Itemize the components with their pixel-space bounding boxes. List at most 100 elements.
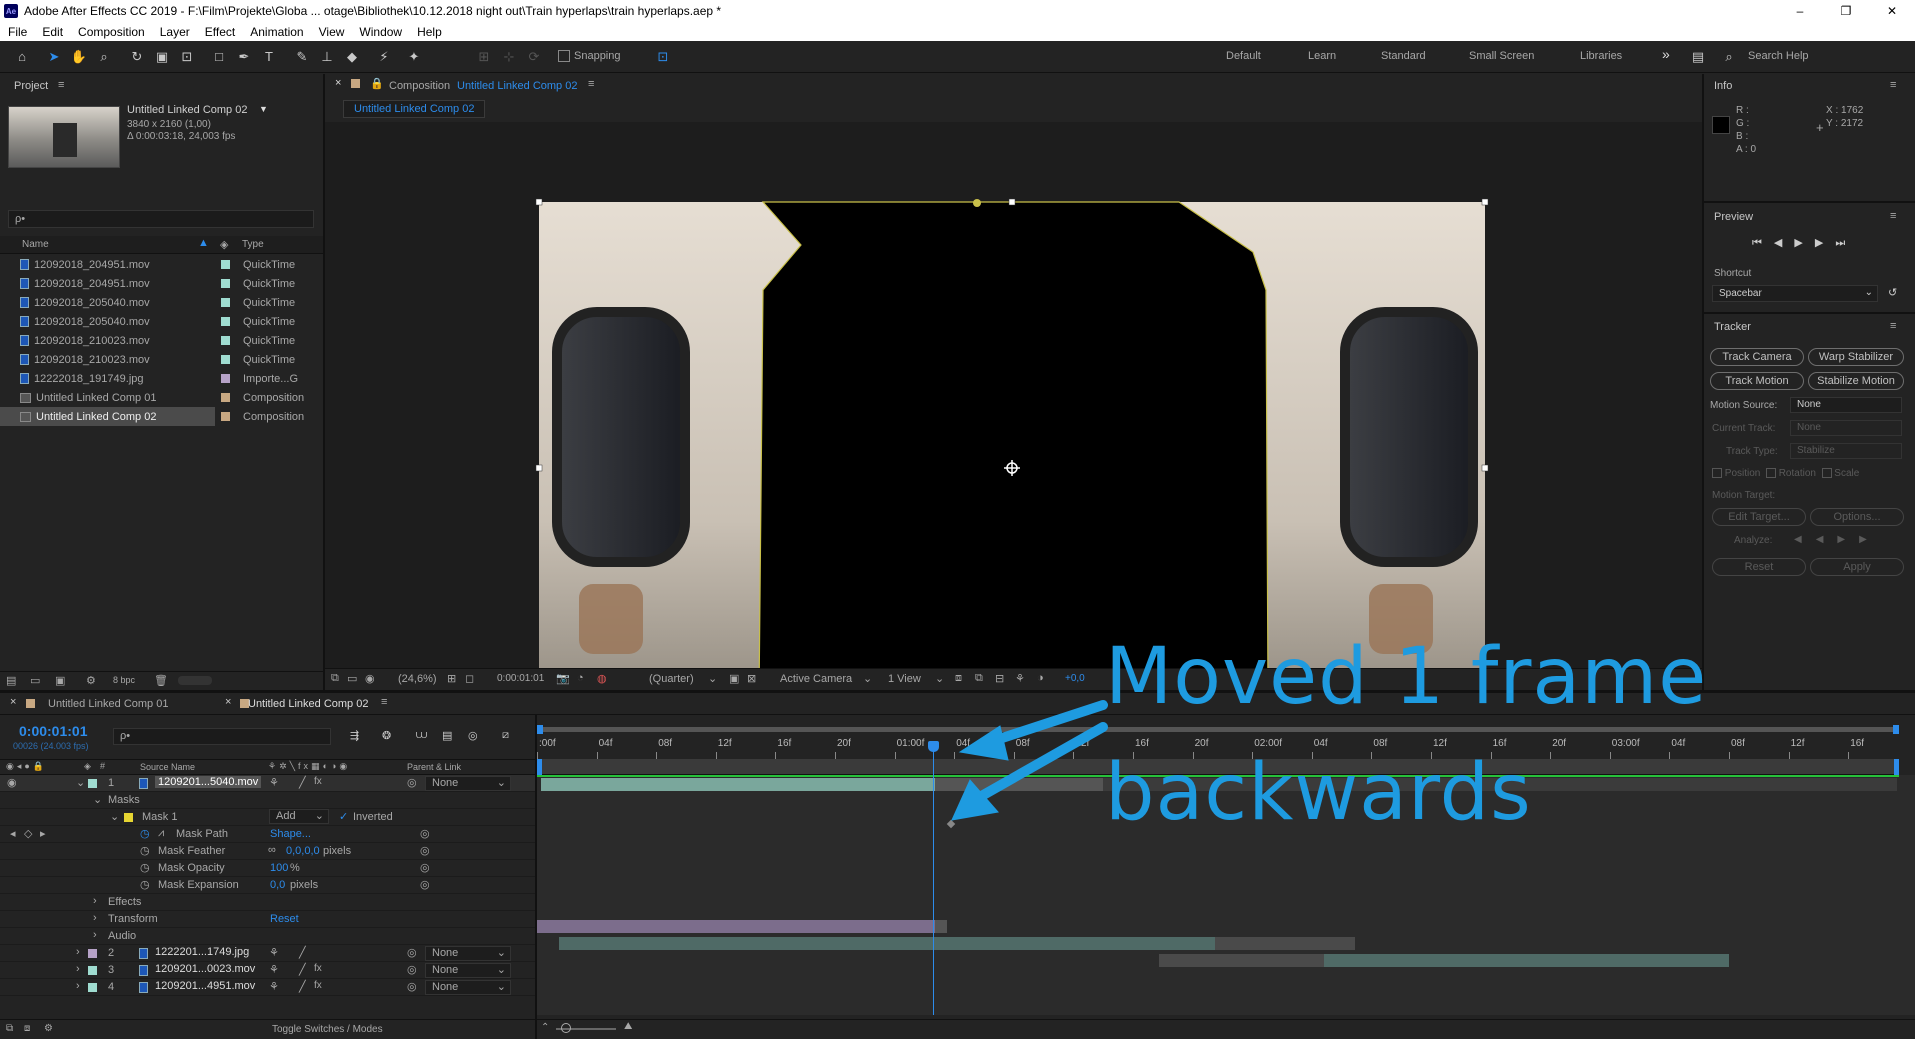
quality-switch-icon[interactable]: ╱ xyxy=(299,963,306,976)
resolution-dropdown[interactable]: (Quarter) xyxy=(649,673,694,685)
layer-name[interactable]: 1209201...5040.mov xyxy=(155,776,262,788)
minimize-button[interactable]: – xyxy=(1777,0,1823,22)
panel-menu-icon[interactable]: ≡ xyxy=(1890,79,1896,91)
pickwhip-icon[interactable]: ◎ xyxy=(420,844,430,857)
pickwhip-icon[interactable]: ◎ xyxy=(420,878,430,891)
zoom-tool-icon[interactable]: ⌕ xyxy=(95,49,113,65)
video-eye-icon[interactable]: ◉ xyxy=(7,776,17,789)
shy-switch-icon[interactable]: ⚘ xyxy=(269,946,279,959)
workspace-default[interactable]: Default xyxy=(1226,50,1261,62)
comp-mini-flowchart-icon[interactable]: ⇶ xyxy=(350,729,359,742)
local-axis-icon[interactable]: ⊞ xyxy=(475,49,493,65)
chevron-right-icon[interactable]: › xyxy=(93,912,97,924)
trash-icon[interactable]: 🗑 xyxy=(154,674,168,687)
thumbnail-slider[interactable] xyxy=(178,676,212,685)
timeline-search-input[interactable]: ρ• xyxy=(113,728,331,745)
camera-tool-icon[interactable]: ▣ xyxy=(153,49,171,65)
transform-group[interactable]: Transform xyxy=(108,913,158,925)
home-icon[interactable]: ⌂ xyxy=(13,49,31,65)
clone-stamp-tool-icon[interactable]: ⊥ xyxy=(318,49,336,65)
project-panel-title[interactable]: Project xyxy=(14,80,48,92)
layer-name[interactable]: 1209201...4951.mov xyxy=(155,980,255,992)
layer-switches-toggle-icon[interactable]: ⧉ xyxy=(6,1023,13,1034)
world-axis-icon[interactable]: ⊹ xyxy=(500,49,518,65)
bpc-label[interactable]: 8 bpc xyxy=(113,675,135,685)
type-tool-icon[interactable]: T xyxy=(260,49,278,65)
project-item[interactable]: Untitled Linked Comp 01 Composition xyxy=(0,388,323,407)
interpret-footage-icon[interactable]: ▤ xyxy=(6,674,16,687)
mask-1-row[interactable]: ⌄ Mask 1 Add ⌄ ✓ Inverted xyxy=(0,809,536,826)
project-item[interactable]: 12092018_204951.mov QuickTime xyxy=(0,255,323,274)
stopwatch-icon[interactable]: ◷ xyxy=(140,878,150,891)
menu-window[interactable]: Window xyxy=(359,25,402,39)
pen-tool-icon[interactable]: ✒ xyxy=(235,49,253,65)
playhead[interactable] xyxy=(933,741,934,1015)
view-axis-icon[interactable]: ⟳ xyxy=(525,49,543,65)
menu-file[interactable]: File xyxy=(8,25,27,39)
label-color[interactable] xyxy=(221,317,230,326)
mask-path-keyframe[interactable] xyxy=(946,819,956,829)
pickwhip-icon[interactable]: ◎ xyxy=(407,776,417,789)
layer-3-bar[interactable] xyxy=(559,937,1215,950)
layer-label-color[interactable] xyxy=(88,966,97,975)
label-color[interactable] xyxy=(221,412,230,421)
always-preview-icon[interactable]: ⧉ xyxy=(331,672,339,685)
project-item[interactable]: 12092018_205040.mov QuickTime xyxy=(0,312,323,331)
layer-row-3[interactable]: › 3 1209201...0023.mov ⚘ ╱ fx ◎ None ⌄ xyxy=(0,962,536,979)
chevron-right-icon[interactable]: › xyxy=(76,980,80,992)
tab-comp-01[interactable]: Untitled Linked Comp 01 xyxy=(48,698,168,710)
info-panel-title[interactable]: Info xyxy=(1714,80,1732,92)
layer-row-1[interactable]: ◉ ⌄ 1 1209201...5040.mov ⚘ ╱ fx ◎ None ⌄ xyxy=(0,775,536,792)
show-snapshot-icon[interactable]: ◔ xyxy=(577,672,584,684)
layer-1-bar[interactable] xyxy=(541,778,935,791)
warp-stabilizer-button[interactable]: Warp Stabilizer xyxy=(1808,348,1904,366)
quality-switch-icon[interactable]: ╱ xyxy=(299,946,306,959)
reset-exposure-icon[interactable]: ◑ xyxy=(1037,672,1044,684)
close-button[interactable]: ✕ xyxy=(1869,0,1915,22)
selection-tool-icon[interactable]: ➤ xyxy=(45,49,63,65)
chevron-down-icon[interactable]: ⌄ xyxy=(93,793,102,806)
pickwhip-icon[interactable]: ◎ xyxy=(407,946,417,959)
parent-dropdown[interactable]: None ⌄ xyxy=(425,963,511,978)
dropdown-arrow-icon[interactable]: ⌄ xyxy=(863,672,872,685)
comp-dropdown-icon[interactable]: ▼ xyxy=(259,104,268,114)
audio-row[interactable]: › Audio xyxy=(0,928,536,945)
layer-name[interactable]: 1209201...0023.mov xyxy=(155,963,255,975)
prev-frame-icon[interactable]: ◀ xyxy=(1774,237,1794,249)
project-item[interactable]: 12092018_205040.mov QuickTime xyxy=(0,293,323,312)
layer-2-bar[interactable] xyxy=(537,920,935,933)
current-track-dropdown[interactable]: None xyxy=(1790,420,1902,436)
monitor-icon[interactable]: ▭ xyxy=(347,672,357,685)
rectangle-tool-icon[interactable]: □ xyxy=(210,49,228,65)
panel-menu-icon[interactable]: ≡ xyxy=(58,79,64,91)
toggle-switches-modes[interactable]: Toggle Switches / Modes xyxy=(272,1024,383,1035)
col-name[interactable]: Name xyxy=(22,239,49,250)
project-item[interactable]: Untitled Linked Comp 02 Composition xyxy=(0,407,304,426)
mask-feather-value[interactable]: 0,0,0,0 xyxy=(286,845,320,857)
zoom-dropdown[interactable]: (24,6%) xyxy=(398,673,437,685)
playhead-handle[interactable] xyxy=(928,741,939,752)
sort-icon[interactable]: ▲ xyxy=(198,237,209,249)
track-type-dropdown[interactable]: Stabilize xyxy=(1790,443,1902,459)
shy-switch-icon[interactable]: ⚘ xyxy=(269,963,279,976)
panel-menu-icon[interactable]: ≡ xyxy=(1890,320,1896,332)
fast-previews-icon[interactable]: ⧉ xyxy=(975,672,983,685)
panel-menu-icon[interactable]: ≡ xyxy=(381,696,387,708)
stopwatch-icon[interactable]: ◷ xyxy=(140,861,150,874)
keyframe-toggle-icon[interactable]: ◇ xyxy=(24,827,32,840)
effects-row[interactable]: › Effects xyxy=(0,894,536,911)
track-motion-button[interactable]: Track Motion xyxy=(1710,372,1804,390)
view-layout-dropdown[interactable]: 1 View xyxy=(888,673,921,685)
tracker-panel-title[interactable]: Tracker xyxy=(1714,321,1751,333)
label-color[interactable] xyxy=(221,374,230,383)
motion-source-dropdown[interactable]: None xyxy=(1790,397,1902,413)
mask-visibility-icon[interactable]: ◻ xyxy=(465,672,474,685)
layer-1-trimmed-bar[interactable] xyxy=(935,778,1103,791)
col-type[interactable]: Type xyxy=(242,239,264,250)
first-frame-icon[interactable]: ⏮ xyxy=(1752,237,1774,249)
layer-3-trimmed-bar[interactable] xyxy=(1215,937,1355,950)
pan-behind-tool-icon[interactable]: ⊡ xyxy=(178,49,196,65)
timeline-timecode[interactable]: 0:00:01:01 xyxy=(19,723,88,739)
maximize-button[interactable]: ❐ xyxy=(1823,0,1869,22)
menu-animation[interactable]: Animation xyxy=(250,25,303,39)
